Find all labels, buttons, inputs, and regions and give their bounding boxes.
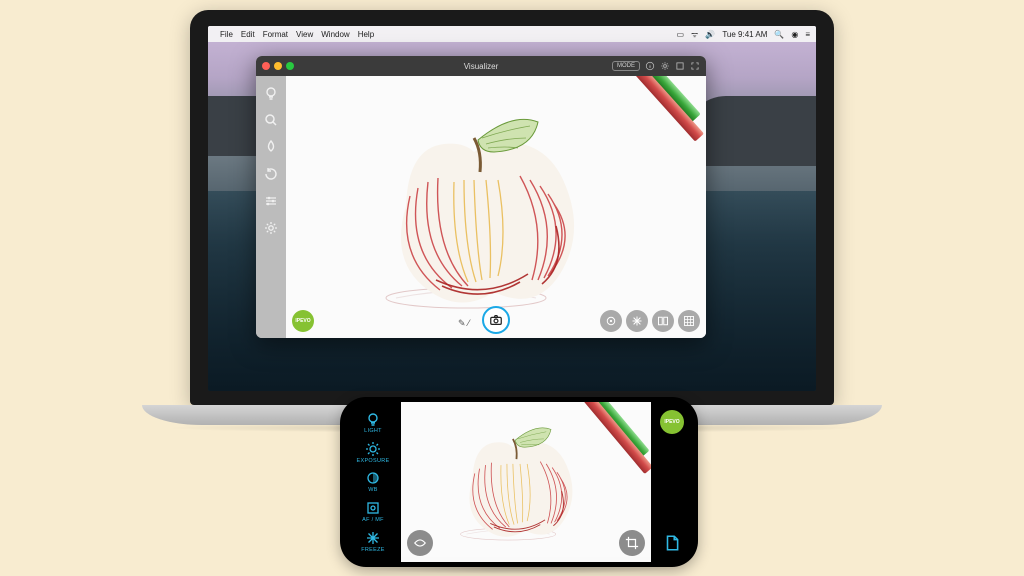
window-mode-icon[interactable]: [675, 61, 685, 71]
clock[interactable]: Tue 9:41 AM: [722, 30, 767, 39]
fullscreen-icon[interactable]: [690, 61, 700, 71]
freeze-button[interactable]: [626, 310, 648, 332]
menu-window[interactable]: Window: [321, 30, 349, 39]
left-toolbar: [256, 76, 286, 338]
window-titlebar[interactable]: Visualizer MODE: [256, 56, 706, 76]
bottom-toolbar: [600, 310, 700, 332]
settings-tool[interactable]: [262, 219, 280, 237]
phone-exposure-tool[interactable]: EXPOSURE: [357, 441, 390, 464]
zoom-button[interactable]: [286, 62, 294, 70]
light-tool[interactable]: [262, 84, 280, 102]
menu-format[interactable]: Format: [263, 30, 288, 39]
brand-badge[interactable]: IPEVO: [292, 310, 314, 332]
phone-viewport: [401, 402, 651, 562]
volume-icon[interactable]: 🔊: [705, 30, 715, 39]
phone-focus-tool[interactable]: AF / MF: [362, 500, 384, 523]
mirror-button[interactable]: [652, 310, 674, 332]
mode-button[interactable]: MODE: [612, 61, 640, 71]
grid-button[interactable]: [678, 310, 700, 332]
phone-toolbar: LIGHT EXPOSURE WB AF / MF FREEZE: [345, 402, 401, 562]
phone-wb-tool[interactable]: WB: [365, 470, 381, 493]
phone-right-bar: IPEVO: [651, 402, 693, 562]
camera-feed: [286, 76, 706, 336]
menu-file[interactable]: File: [220, 30, 233, 39]
laptop-mockup: File Edit Format View Window Help ▭ ᯤ 🔊 …: [190, 10, 834, 425]
color-tool[interactable]: [262, 138, 280, 156]
gear-icon[interactable]: [660, 61, 670, 71]
battery-icon[interactable]: ▭: [676, 30, 684, 39]
draw-indicator: ✎ ⁄: [458, 318, 470, 329]
phone-light-tool[interactable]: LIGHT: [364, 411, 382, 434]
menu-help[interactable]: Help: [358, 30, 374, 39]
info-icon[interactable]: [645, 61, 655, 71]
menu-view[interactable]: View: [296, 30, 313, 39]
phone-document-button[interactable]: [661, 532, 683, 554]
menu-edit[interactable]: Edit: [241, 30, 255, 39]
laptop-desktop: File Edit Format View Window Help ▭ ᯤ 🔊 …: [208, 26, 816, 391]
rotate-tool[interactable]: [262, 165, 280, 183]
phone-notch: [345, 456, 353, 508]
spotlight-icon[interactable]: 🔍: [774, 30, 784, 39]
macos-menubar: File Edit Format View Window Help ▭ ᯤ 🔊 …: [208, 26, 816, 42]
close-button[interactable]: [262, 62, 270, 70]
phone-mockup: LIGHT EXPOSURE WB AF / MF FREEZE IPEVO: [340, 397, 698, 567]
phone-crop-button[interactable]: [619, 530, 645, 556]
camera-viewport: IPEVO ✎ ⁄: [286, 76, 706, 338]
capture-button[interactable]: [482, 306, 510, 334]
minimize-button[interactable]: [274, 62, 282, 70]
control-center-icon[interactable]: ◉: [791, 30, 798, 39]
laptop-frame: File Edit Format View Window Help ▭ ᯤ 🔊 …: [190, 10, 834, 405]
zoom-tool[interactable]: [262, 111, 280, 129]
adjust-tool[interactable]: [262, 192, 280, 210]
traffic-lights: [262, 62, 294, 70]
phone-screen: LIGHT EXPOSURE WB AF / MF FREEZE IPEVO: [345, 402, 693, 562]
wifi-icon[interactable]: ᯤ: [691, 29, 698, 40]
focus-button[interactable]: [600, 310, 622, 332]
phone-brand-badge[interactable]: IPEVO: [660, 410, 684, 434]
notification-icon[interactable]: ≡: [805, 30, 810, 39]
phone-hide-button[interactable]: [407, 530, 433, 556]
visualizer-window: Visualizer MODE: [256, 56, 706, 338]
phone-freeze-tool[interactable]: FREEZE: [361, 530, 385, 553]
